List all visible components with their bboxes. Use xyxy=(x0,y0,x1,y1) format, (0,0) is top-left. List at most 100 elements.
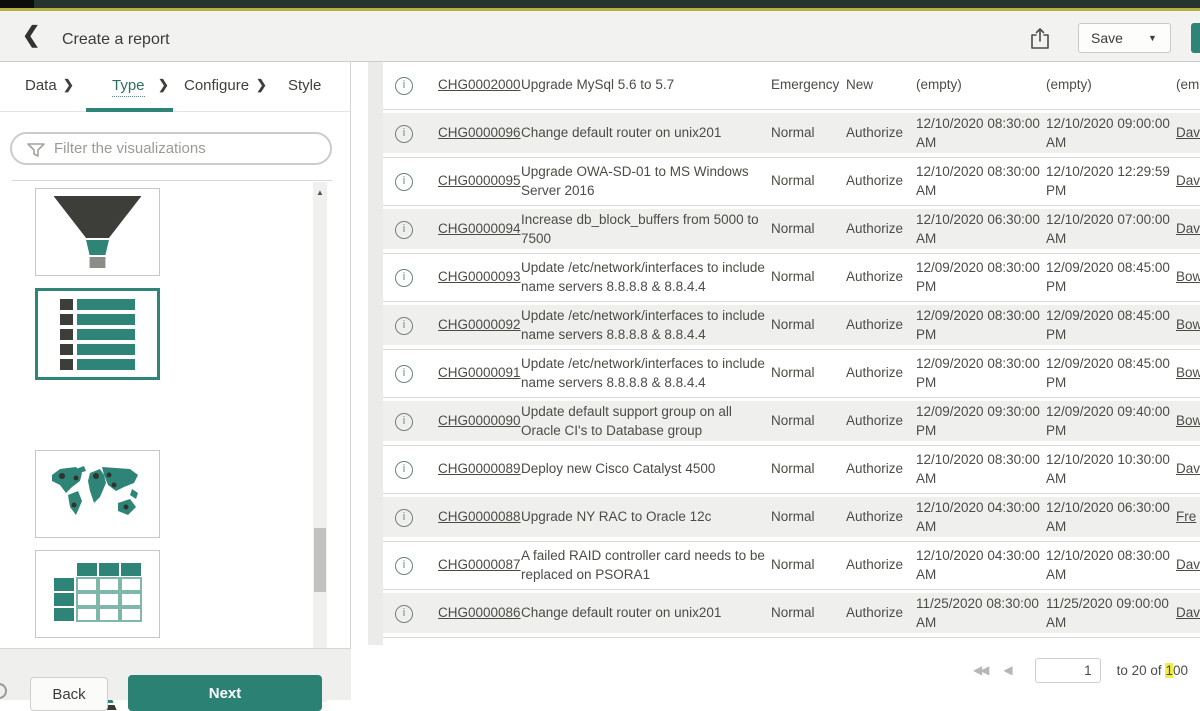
wizard-step-data[interactable]: Data xyxy=(25,77,57,94)
row-info-cell xyxy=(395,158,425,205)
wizard-step-configure[interactable]: Configure xyxy=(184,77,249,94)
next-button[interactable]: Next xyxy=(128,675,322,711)
wizard-step-type[interactable]: Type xyxy=(112,77,145,97)
first-page-icon[interactable]: ◀◀ xyxy=(973,663,987,677)
assignee-cell[interactable]: Fre xyxy=(1176,494,1200,541)
priority-cell: Normal xyxy=(771,446,843,493)
planned-end-cell: 11/25/2020 09:00:00 AM xyxy=(1046,590,1172,637)
report-type-panel: Data ❯ Type ❯ Configure ❯ Style xyxy=(0,62,351,700)
short-description-cell: Update /etc/network/interfaces to includ… xyxy=(521,254,771,301)
viz-type-funnel[interactable] xyxy=(35,188,160,276)
caret-down-icon: ▼ xyxy=(1148,33,1157,43)
table-row: CHG0000094 Increase db_block_buffers fro… xyxy=(383,206,1200,254)
state-cell: New xyxy=(846,62,918,109)
row-info-cell xyxy=(395,398,425,445)
info-icon[interactable] xyxy=(395,605,413,623)
info-icon[interactable] xyxy=(395,77,413,95)
run-button-partial[interactable] xyxy=(1191,23,1200,53)
short-description-cell: Change default router on unix201 xyxy=(521,110,771,157)
planned-end-cell: (empty) xyxy=(1046,62,1172,109)
change-number-link[interactable]: CHG0000093 xyxy=(438,254,523,301)
assignee-cell[interactable]: Dav xyxy=(1176,542,1200,589)
assignee-cell[interactable]: Dav xyxy=(1176,590,1200,637)
short-description-cell: Update /etc/network/interfaces to includ… xyxy=(521,302,771,349)
change-number-link[interactable]: CHG0000096 xyxy=(438,110,523,157)
change-number-link[interactable]: CHG0000087 xyxy=(438,542,523,589)
info-icon[interactable] xyxy=(395,413,413,431)
table-row: CHG0000089 Deploy new Cisco Catalyst 450… xyxy=(383,446,1200,494)
page-number-input[interactable] xyxy=(1035,658,1101,683)
row-info-cell xyxy=(395,254,425,301)
wizard-breadcrumb: Data ❯ Type ❯ Configure ❯ Style xyxy=(0,62,350,112)
change-number-link[interactable]: CHG0000092 xyxy=(438,302,523,349)
scroll-up-icon[interactable]: ▲ xyxy=(313,186,327,200)
planned-end-cell: 12/09/2020 08:45:00 PM xyxy=(1046,302,1172,349)
assignee-cell[interactable]: (empty) xyxy=(1176,62,1200,109)
assignee-cell[interactable]: Dav xyxy=(1176,110,1200,157)
save-dropdown-button[interactable]: ▼ xyxy=(1135,23,1171,53)
row-range-text: to 20 of 100 xyxy=(1117,663,1188,678)
table-row: CHG0000095 Upgrade OWA-SD-01 to MS Windo… xyxy=(383,158,1200,206)
info-icon[interactable] xyxy=(395,461,413,479)
planned-start-cell: 12/10/2020 08:30:00 AM xyxy=(916,446,1042,493)
info-icon[interactable] xyxy=(395,509,413,527)
chevron-right-icon: ❯ xyxy=(158,77,169,93)
short-description-cell: Increase db_block_buffers from 5000 to 7… xyxy=(521,206,771,253)
assignee-cell[interactable]: Dav xyxy=(1176,446,1200,493)
save-button[interactable]: Save xyxy=(1078,23,1136,53)
planned-end-cell: 12/10/2020 07:00:00 AM xyxy=(1046,206,1172,253)
priority-cell: Normal xyxy=(771,254,843,301)
table-row: CHG0000091 Update /etc/network/interface… xyxy=(383,350,1200,398)
previous-page-icon[interactable]: ◀ xyxy=(1003,663,1010,677)
short-description-cell: Upgrade NY RAC to Oracle 12c xyxy=(521,494,771,541)
assignee-cell[interactable]: Dav xyxy=(1176,158,1200,205)
filter-funnel-icon xyxy=(26,140,46,165)
state-cell: Authorize xyxy=(846,110,918,157)
back-button[interactable]: Back xyxy=(30,677,108,711)
change-number-link[interactable]: CHG0000095 xyxy=(438,158,523,205)
share-icon[interactable] xyxy=(1028,26,1052,52)
info-icon[interactable] xyxy=(395,221,413,239)
info-icon[interactable] xyxy=(395,269,413,287)
filter-input[interactable] xyxy=(52,137,320,160)
short-description-cell: A failed RAID controller card needs to b… xyxy=(521,542,771,589)
wizard-step-style[interactable]: Style xyxy=(288,77,321,94)
change-number-link[interactable]: CHG0000091 xyxy=(438,350,523,397)
row-info-cell xyxy=(395,350,425,397)
state-cell: Authorize xyxy=(846,542,918,589)
planned-end-cell: 12/10/2020 10:30:00 AM xyxy=(1046,446,1172,493)
info-icon[interactable] xyxy=(395,365,413,383)
change-number-link[interactable]: CHG0000089 xyxy=(438,446,523,493)
viz-list-scrollbar[interactable]: ▲ ▼ xyxy=(313,182,327,702)
assignee-cell[interactable]: Dav xyxy=(1176,206,1200,253)
change-number-link[interactable]: CHG0002000 xyxy=(438,62,523,109)
assignee-cell[interactable]: Bow xyxy=(1176,302,1200,349)
list-chart-icon xyxy=(60,299,135,370)
visualization-filter xyxy=(10,132,332,165)
state-cell: Authorize xyxy=(846,350,918,397)
info-icon[interactable] xyxy=(395,125,413,143)
back-chevron-icon[interactable]: ❮ xyxy=(22,24,40,46)
assignee-cell[interactable]: Bow xyxy=(1176,254,1200,301)
change-number-link[interactable]: CHG0000088 xyxy=(438,494,523,541)
world-map-icon xyxy=(46,463,150,525)
change-number-link[interactable]: CHG0000086 xyxy=(438,590,523,637)
info-icon[interactable] xyxy=(395,317,413,335)
state-cell: Authorize xyxy=(846,254,918,301)
viz-type-heatmap-table[interactable] xyxy=(35,550,160,638)
planned-start-cell: 12/10/2020 06:30:00 AM xyxy=(916,206,1042,253)
short-description-cell: Update /etc/network/interfaces to includ… xyxy=(521,350,771,397)
change-table-body: CHG0002000 Upgrade MySql 5.6 to 5.7 Emer… xyxy=(383,62,1200,638)
planned-start-cell: 12/09/2020 09:30:00 PM xyxy=(916,398,1042,445)
change-number-link[interactable]: CHG0000090 xyxy=(438,398,523,445)
assignee-cell[interactable]: Bow xyxy=(1176,398,1200,445)
scrollbar-thumb[interactable] xyxy=(314,528,326,592)
viz-type-world-map[interactable] xyxy=(35,450,160,538)
header-bar: ❮ Create a report Save ▼ xyxy=(0,11,1200,62)
planned-start-cell: (empty) xyxy=(916,62,1042,109)
assignee-cell[interactable]: Bow xyxy=(1176,350,1200,397)
info-icon[interactable] xyxy=(395,557,413,575)
change-number-link[interactable]: CHG0000094 xyxy=(438,206,523,253)
info-icon[interactable] xyxy=(395,173,413,191)
viz-type-list[interactable] xyxy=(35,288,160,380)
